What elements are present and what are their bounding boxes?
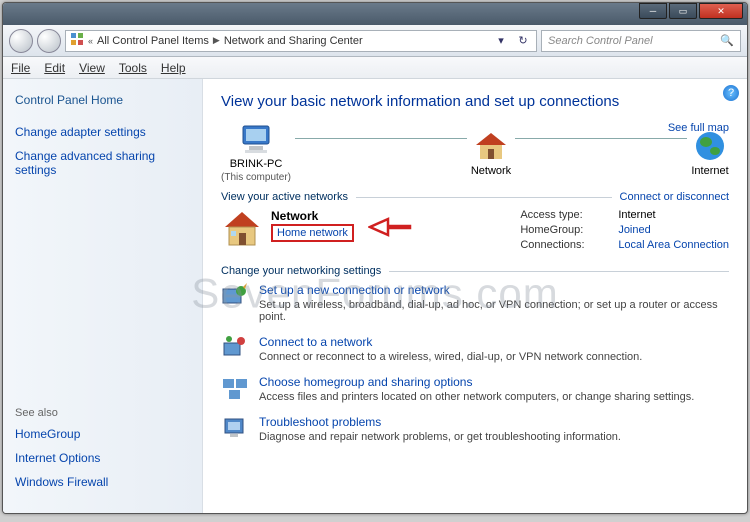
house-icon [221, 209, 263, 249]
network-node[interactable]: Network [471, 129, 511, 177]
internet-options-link[interactable]: Internet Options [15, 451, 190, 465]
refresh-icon[interactable]: ↻ [514, 32, 532, 50]
see-full-map-link[interactable]: See full map [668, 122, 729, 134]
troubleshoot-icon [221, 415, 249, 441]
section-heading: Change your networking settings [221, 265, 381, 277]
dropdown-icon[interactable]: ▾ [492, 32, 510, 50]
help-icon[interactable]: ? [723, 85, 739, 101]
network-label: Network [471, 165, 511, 177]
forward-button[interactable] [37, 29, 61, 53]
breadcrumb-current[interactable]: Network and Sharing Center [224, 35, 363, 47]
chevron-icon: « [88, 36, 93, 46]
connection-details: Access type: Internet HomeGroup: Joined … [520, 209, 729, 251]
this-pc-sublabel: (This computer) [221, 172, 291, 183]
search-placeholder: Search Control Panel [548, 35, 653, 47]
sidebar: Control Panel Home Change adapter settin… [3, 79, 203, 513]
setup-connection-link[interactable]: Set up a new connection or network [259, 283, 729, 297]
connect-network-link[interactable]: Connect to a network [259, 335, 642, 349]
wizard-icon [221, 283, 249, 309]
access-type-label: Access type: [520, 209, 610, 221]
menu-tools[interactable]: Tools [119, 61, 147, 75]
adapter-settings-link[interactable]: Change adapter settings [15, 125, 190, 139]
search-icon[interactable]: 🔍 [720, 34, 734, 47]
main-panel: ? View your basic network information an… [203, 79, 747, 513]
this-pc-node[interactable]: BRINK-PC (This computer) [221, 122, 291, 183]
menu-help[interactable]: Help [161, 61, 186, 75]
see-also-label: See also [15, 407, 190, 419]
connect-icon [221, 335, 249, 361]
section-heading: View your active networks [221, 191, 348, 203]
address-bar[interactable]: « All Control Panel Items ▶ Network and … [65, 30, 537, 52]
troubleshoot-link[interactable]: Troubleshoot problems [259, 415, 621, 429]
setting-desc: Diagnose and repair network problems, or… [259, 431, 621, 443]
minimize-button[interactable]: ─ [639, 3, 667, 19]
setup-connection-row: Set up a new connection or network Set u… [221, 283, 729, 323]
homegroup-link[interactable]: HomeGroup [15, 427, 190, 441]
breadcrumb-parent[interactable]: All Control Panel Items [97, 35, 209, 47]
house-icon [472, 129, 510, 163]
homegroup-icon [221, 375, 249, 401]
change-settings-section: Change your networking settings Set up a… [221, 265, 729, 443]
troubleshoot-row: Troubleshoot problems Diagnose and repai… [221, 415, 729, 443]
window: ─ ▭ ✕ « All Control Panel Items ▶ Networ… [2, 2, 748, 514]
network-map: See full map BRINK-PC (This computer) Ne… [221, 122, 729, 183]
internet-label: Internet [691, 165, 728, 177]
menu-file[interactable]: File [11, 61, 30, 75]
active-network-name: Network [271, 209, 354, 223]
menu-view[interactable]: View [79, 61, 105, 75]
setting-desc: Connect or reconnect to a wireless, wire… [259, 351, 642, 363]
advanced-sharing-link[interactable]: Change advanced sharing settings [15, 149, 190, 177]
menu-edit[interactable]: Edit [44, 61, 65, 75]
homegroup-options-row: Choose homegroup and sharing options Acc… [221, 375, 729, 403]
close-button[interactable]: ✕ [699, 3, 743, 19]
cpl-home-link[interactable]: Control Panel Home [15, 93, 190, 107]
network-type-link[interactable]: Home network [271, 224, 354, 242]
active-networks-section: View your active networks Connect or dis… [221, 191, 729, 251]
windows-firewall-link[interactable]: Windows Firewall [15, 475, 190, 489]
computer-icon [237, 122, 275, 156]
maximize-button[interactable]: ▭ [669, 3, 697, 19]
chevron-icon: ▶ [213, 35, 220, 46]
navbar: « All Control Panel Items ▶ Network and … [3, 25, 747, 57]
setting-desc: Access files and printers located on oth… [259, 391, 694, 403]
this-pc-label: BRINK-PC [230, 158, 283, 170]
homegroup-value-link[interactable]: Joined [618, 224, 729, 236]
connections-label: Connections: [520, 239, 610, 251]
back-button[interactable] [9, 29, 33, 53]
connect-disconnect-link[interactable]: Connect or disconnect [620, 191, 729, 203]
internet-node[interactable]: Internet [691, 129, 729, 177]
connect-network-row: Connect to a network Connect or reconnec… [221, 335, 729, 363]
access-type-value: Internet [618, 209, 729, 221]
homegroup-options-link[interactable]: Choose homegroup and sharing options [259, 375, 694, 389]
connection-link[interactable]: Local Area Connection [618, 239, 729, 251]
cpl-icon [70, 32, 84, 49]
setting-desc: Set up a wireless, broadband, dial-up, a… [259, 299, 729, 323]
menubar: File Edit View Tools Help [3, 57, 747, 79]
page-title: View your basic network information and … [221, 93, 729, 110]
titlebar: ─ ▭ ✕ [3, 3, 747, 25]
search-input[interactable]: Search Control Panel 🔍 [541, 30, 741, 52]
body: Control Panel Home Change adapter settin… [3, 79, 747, 513]
homegroup-label: HomeGroup: [520, 224, 610, 236]
annotation-arrow-icon [368, 213, 412, 239]
